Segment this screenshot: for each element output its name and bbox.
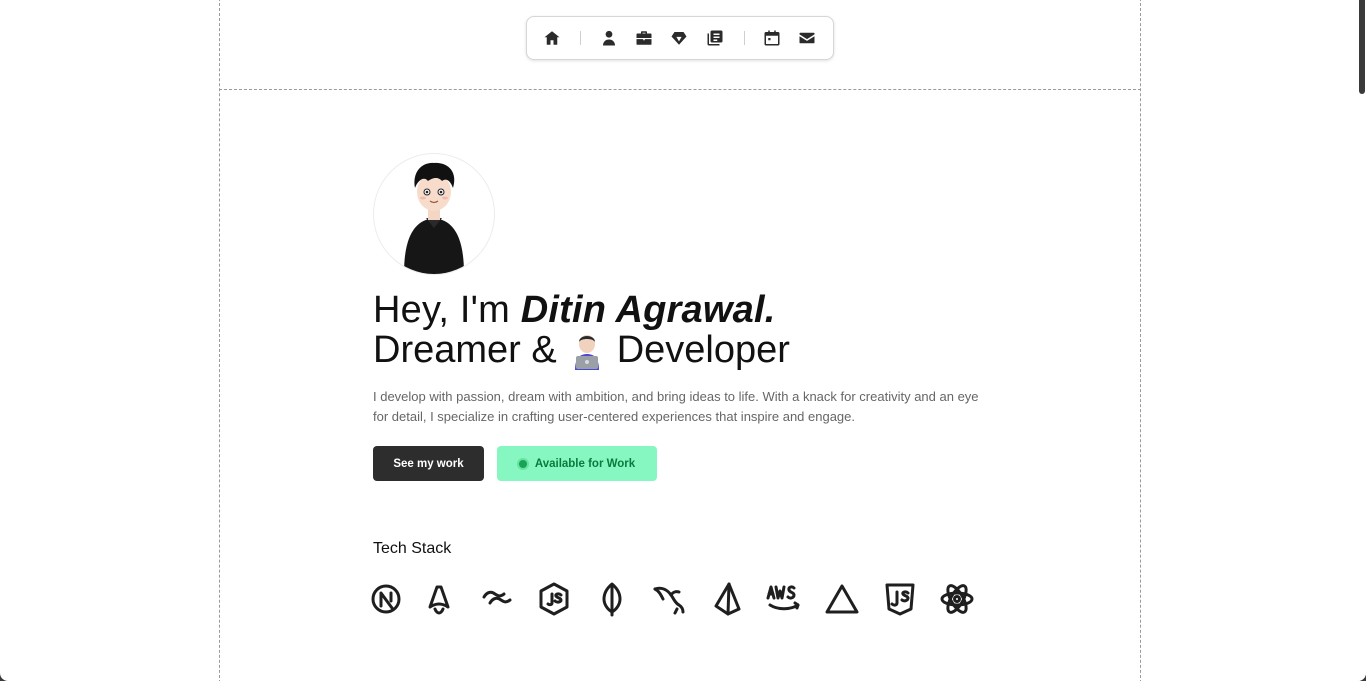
status-dot-icon: [518, 459, 527, 468]
tech-item-prisma[interactable]: [709, 580, 745, 618]
avatar: [373, 153, 495, 275]
tech-item-tailwind[interactable]: [479, 580, 515, 618]
available-for-work-label: Available for Work: [534, 457, 636, 470]
available-for-work-button[interactable]: Available for Work: [497, 446, 657, 481]
hero-greeting: Hey, I'm: [373, 289, 521, 331]
tech-item-mongodb[interactable]: [594, 580, 630, 618]
hero-name: Ditin Agrawal.: [520, 289, 776, 331]
react-icon: [940, 584, 974, 614]
mongodb-icon: [602, 582, 622, 617]
nav-separator: [580, 31, 581, 45]
nav-blog[interactable]: [702, 25, 728, 51]
avatar-illustration: [404, 162, 464, 274]
tech-item-astro[interactable]: [421, 580, 457, 618]
tech-stack-title: Tech Stack: [373, 540, 452, 557]
technologist-emoji-icon: [574, 335, 599, 370]
javascript-icon: [885, 583, 915, 616]
hero-tagline: Dreamer & Developer: [373, 330, 790, 370]
notes-icon: [707, 30, 723, 46]
vercel-icon: [825, 584, 859, 614]
gem-icon: [671, 32, 687, 45]
header-divider: [219, 89, 1141, 90]
tech-item-aws[interactable]: [766, 580, 802, 618]
hero-heading: Hey, I'm Ditin Agrawal.: [373, 290, 775, 330]
scrollbar-track[interactable]: [1356, 0, 1366, 681]
tech-item-react[interactable]: [939, 580, 975, 618]
tech-stack-list: [371, 580, 992, 620]
nextjs-icon: [371, 584, 401, 614]
see-my-work-button[interactable]: See my work: [373, 446, 484, 481]
tech-item-nextjs[interactable]: [368, 580, 404, 618]
tech-item-mysql[interactable]: [651, 580, 687, 618]
aws-icon: [766, 585, 800, 611]
nodejs-icon: [539, 582, 569, 616]
nav-separator: [744, 31, 745, 45]
briefcase-icon: [636, 31, 652, 45]
nav-projects[interactable]: [666, 25, 692, 51]
prisma-icon: [714, 582, 741, 616]
nav-work[interactable]: [631, 25, 657, 51]
see-my-work-label: See my work: [393, 457, 464, 470]
user-icon: [603, 30, 615, 46]
top-nav: [526, 16, 834, 60]
page: Hey, I'm Ditin Agrawal. Dreamer & Develo…: [0, 0, 1366, 681]
nav-schedule[interactable]: [759, 25, 785, 51]
tech-item-javascript[interactable]: [882, 580, 918, 618]
hero-tagline-post: Developer: [616, 329, 790, 371]
mysql-icon: [653, 586, 685, 615]
mail-icon: [799, 32, 815, 44]
nav-about[interactable]: [596, 25, 622, 51]
scrollbar-thumb[interactable]: [1359, 0, 1365, 94]
calendar-icon: [764, 30, 780, 46]
tailwind-icon: [482, 590, 512, 605]
tech-item-nodejs[interactable]: [536, 580, 572, 618]
hero-description: I develop with passion, dream with ambit…: [373, 389, 979, 424]
nav-contact[interactable]: [794, 25, 820, 51]
nav-home[interactable]: [539, 25, 565, 51]
home-icon: [544, 31, 560, 45]
astro-icon: [428, 585, 450, 615]
hero-tagline-pre: Dreamer &: [373, 329, 557, 371]
tech-item-vercel[interactable]: [824, 580, 860, 618]
